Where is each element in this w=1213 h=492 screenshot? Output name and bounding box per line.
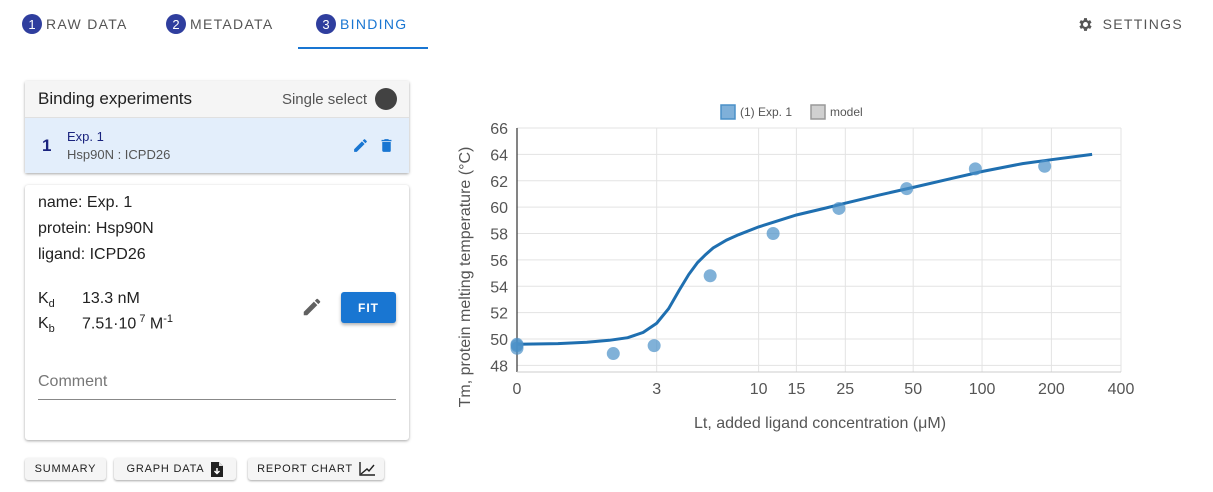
summary-label: SUMMARY <box>34 463 97 475</box>
protein-line: protein: Hsp90N <box>38 220 154 237</box>
x-tick-label: 0 <box>513 381 522 398</box>
x-tick-label: 50 <box>904 381 922 398</box>
settings-button[interactable]: SETTINGS <box>1077 12 1183 36</box>
report-chart-label: REPORT CHART <box>257 463 353 475</box>
x-tick-label: 3 <box>652 381 661 398</box>
active-tab-indicator <box>298 47 428 49</box>
legend-swatch-model[interactable] <box>810 104 826 120</box>
edit-constants-icon[interactable] <box>301 296 323 318</box>
y-tick-label: 64 <box>490 147 508 164</box>
y-tick-label: 48 <box>490 358 508 375</box>
experiment-index: 1 <box>42 135 52 155</box>
y-tick-label: 58 <box>490 227 508 244</box>
settings-label: SETTINGS <box>1102 16 1183 32</box>
y-tick-label: 52 <box>490 306 508 323</box>
data-point <box>1038 159 1052 173</box>
experiment-subtitle: Hsp90N : ICPD26 <box>67 147 171 162</box>
x-tick-label: 200 <box>1038 381 1065 398</box>
delete-icon[interactable] <box>378 137 395 154</box>
y-tick-label: 66 <box>490 121 508 138</box>
x-tick-label: 15 <box>787 381 805 398</box>
data-point <box>900 182 914 196</box>
summary-button[interactable]: SUMMARY <box>25 458 106 480</box>
line-chart-icon <box>359 462 375 476</box>
x-axis-ticks: 0 3 10 15 25 50 100 200 400 <box>513 381 1135 398</box>
legend-label-exp: (1) Exp. 1 <box>740 105 792 119</box>
tab-metadata[interactable]: 2 METADATA <box>166 0 274 48</box>
x-tick-label: 25 <box>836 381 854 398</box>
tab-number-badge: 3 <box>316 14 336 34</box>
x-tick-label: 400 <box>1108 381 1135 398</box>
experiment-details-card: name: Exp. 1 protein: Hsp90N ligand: ICP… <box>25 185 409 440</box>
tab-number-badge: 1 <box>22 14 42 34</box>
kb-symbol: Kb <box>38 315 55 336</box>
y-tick-label: 56 <box>490 253 508 270</box>
y-tick-label: 62 <box>490 174 508 191</box>
y-axis-label: Tm, protein melting temperature (°C) <box>457 147 474 408</box>
data-point <box>968 162 982 176</box>
data-point <box>832 201 846 215</box>
experiment-name: Exp. 1 <box>67 129 104 144</box>
binding-experiments-card: Binding experiments Single select 1 Exp.… <box>25 81 409 173</box>
tab-raw-data[interactable]: 1 RAW DATA <box>22 0 128 48</box>
y-tick-label: 50 <box>490 332 508 349</box>
report-chart-button[interactable]: REPORT CHART <box>248 458 384 480</box>
data-point <box>606 347 620 361</box>
single-select-control: Single select <box>282 88 397 110</box>
single-select-label: Single select <box>281 90 367 108</box>
kb-value: 7.51·10 7 M-1 <box>82 313 174 333</box>
card-header: Binding experiments Single select <box>25 81 409 118</box>
edit-icon[interactable] <box>352 137 369 154</box>
x-axis-label: Lt, added ligand concentration (μM) <box>694 415 946 432</box>
data-point <box>703 269 717 283</box>
kb-row: Kb 7.51·10 7 M-1 <box>38 313 173 336</box>
top-tab-bar: 1 RAW DATA 2 METADATA 3 BINDING SETTINGS <box>0 0 1213 50</box>
legend-swatch-exp[interactable] <box>720 104 736 120</box>
kd-value: 13.3 nM <box>82 290 140 307</box>
chart-legend: (1) Exp. 1 model <box>720 104 863 120</box>
comment-input[interactable] <box>38 365 396 400</box>
binding-chart: (1) Exp. 1 model 48 50 52 54 56 58 60 62 64 66 0 3… <box>457 104 1135 432</box>
fit-button[interactable]: FIT <box>341 292 396 323</box>
experiment-list-item[interactable]: 1 Exp. 1 Hsp90N : ICPD26 <box>25 118 409 173</box>
x-tick-label: 10 <box>750 381 768 398</box>
graph-data-button[interactable]: GRAPH DATA <box>114 458 236 480</box>
kd-symbol: Kd <box>38 290 55 311</box>
kd-row: Kd 13.3 nM <box>38 290 140 310</box>
data-point <box>647 339 661 353</box>
tab-label: BINDING <box>340 16 408 32</box>
gear-icon <box>1078 17 1092 31</box>
y-tick-label: 60 <box>490 200 508 217</box>
name-line: name: Exp. 1 <box>38 194 133 211</box>
tab-binding[interactable]: 3 BINDING <box>316 0 407 48</box>
tab-number-badge: 2 <box>166 14 186 34</box>
single-select-toggle[interactable] <box>375 88 397 110</box>
tab-label: RAW DATA <box>46 16 128 32</box>
ligand-line: ligand: ICPD26 <box>38 246 146 263</box>
x-tick-label: 100 <box>969 381 996 398</box>
card-title: Binding experiments <box>38 89 193 108</box>
chart-grid <box>516 127 1122 373</box>
tab-label: METADATA <box>190 16 274 32</box>
file-download-icon <box>211 461 224 477</box>
legend-label-model: model <box>830 105 863 119</box>
graph-data-label: GRAPH DATA <box>126 463 205 475</box>
data-point <box>766 227 780 241</box>
data-point <box>510 341 524 355</box>
y-tick-label: 54 <box>490 279 508 296</box>
model-curve <box>516 152 1093 346</box>
y-axis-ticks: 48 50 52 54 56 58 60 62 64 66 <box>490 121 508 375</box>
